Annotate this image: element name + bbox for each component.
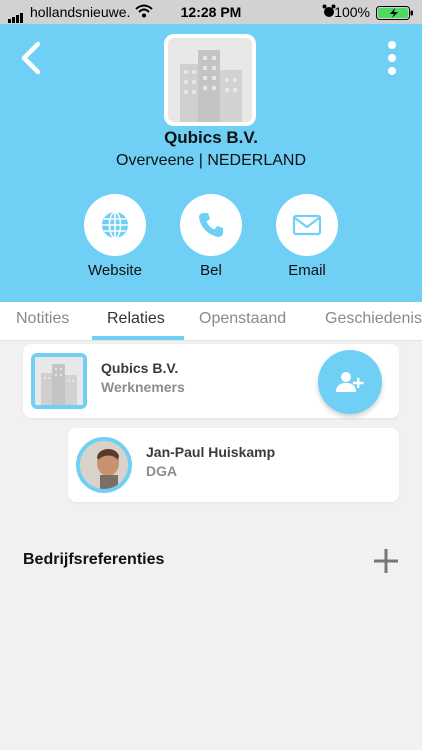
tab-notities[interactable]: Notities xyxy=(16,310,69,328)
website-button[interactable]: Website xyxy=(70,194,160,279)
person-photo-icon xyxy=(80,441,128,489)
active-tab-indicator xyxy=(92,336,184,340)
tab-geschiedenis[interactable]: Geschiedenis xyxy=(325,310,422,328)
avatar xyxy=(76,437,132,493)
more-options-icon[interactable] xyxy=(382,38,402,78)
plus-icon[interactable] xyxy=(372,547,400,575)
tab-relaties[interactable]: Relaties xyxy=(107,310,165,328)
status-bar: hollandsnieuwe. 12:28 PM 100% xyxy=(0,0,422,24)
building-icon xyxy=(168,38,252,122)
tab-bar: Notities Relaties Openstaand Geschiedeni… xyxy=(0,302,422,341)
company-thumbnail xyxy=(31,353,87,409)
relation-person-card[interactable]: Jan-Paul Huiskamp DGA xyxy=(68,428,399,502)
relation-title: Jan-Paul Huiskamp xyxy=(146,444,276,460)
call-label: Bel xyxy=(200,262,222,279)
call-button[interactable]: Bel xyxy=(166,194,256,279)
back-icon[interactable] xyxy=(14,38,50,78)
building-icon xyxy=(35,357,83,405)
battery-icon xyxy=(376,6,413,20)
company-name: Qubics B.V. xyxy=(164,128,258,147)
phone-icon xyxy=(199,213,223,237)
battery-percentage: 100% xyxy=(334,4,370,20)
add-relation-button[interactable] xyxy=(318,350,382,414)
email-button[interactable]: Email xyxy=(262,194,352,279)
company-header: Qubics B.V. Overveene | NEDERLAND Websit… xyxy=(0,24,422,302)
relation-title: Qubics B.V. xyxy=(101,360,179,376)
mail-icon xyxy=(292,214,322,236)
company-logo xyxy=(164,34,256,126)
website-label: Website xyxy=(88,262,142,279)
company-location: Overveene | NEDERLAND xyxy=(116,152,306,169)
company-references-heading: Bedrijfsreferenties xyxy=(23,551,165,568)
add-person-icon xyxy=(336,372,364,392)
relation-subtitle: Werknemers xyxy=(101,379,185,395)
relation-subtitle: DGA xyxy=(146,463,178,479)
tab-openstaand[interactable]: Openstaand xyxy=(199,310,286,328)
globe-icon xyxy=(102,211,128,239)
email-label: Email xyxy=(288,262,326,279)
